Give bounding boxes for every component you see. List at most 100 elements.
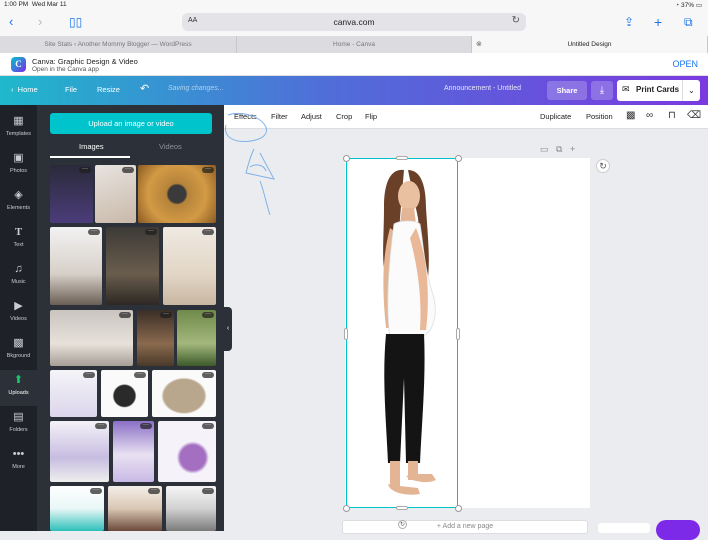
thumbnail-menu-icon[interactable]: ··· [202,166,214,173]
upload-thumbnail[interactable]: ··· [152,370,216,417]
rail-item-videos[interactable]: ▶ Videos [0,296,37,332]
share-sheet-icon[interactable]: ⇪ [624,15,634,29]
help-button[interactable] [656,520,700,540]
bookmarks-icon[interactable]: ▯▯ [69,15,82,29]
collapse-panel-handle[interactable]: ‹ [224,307,232,351]
resize-handle-tr[interactable] [455,155,462,162]
download-icon[interactable]: ⤓ [591,81,613,100]
thumbnail-menu-icon[interactable]: ··· [160,311,172,318]
position-button[interactable]: Position [586,112,613,121]
duplicate-page-icon[interactable]: ⧉ [556,144,562,154]
thumbnail-menu-icon[interactable]: ··· [202,228,214,235]
file-menu-button[interactable]: File [65,85,77,94]
new-tab-icon[interactable]: + [654,15,662,29]
tab-images[interactable]: Images [79,142,104,151]
transparency-icon[interactable]: ▩ [626,110,635,121]
upload-thumbnail[interactable]: ··· [50,165,93,223]
upload-thumbnail[interactable]: ··· [95,165,136,223]
forward-icon[interactable]: › [38,15,42,28]
move-rotate-icon[interactable]: ↻ [398,520,407,529]
close-tab-icon[interactable]: ⊗ [476,36,482,53]
open-app-link[interactable]: OPEN [672,59,698,69]
resize-button[interactable]: Resize [97,85,120,94]
upload-media-button[interactable]: Upload an image or video [50,113,212,134]
browser-tab[interactable]: Site Stats ‹ Another Mommy Blogger — Wor… [0,36,237,53]
rail-item-music[interactable]: ♫ Music [0,259,37,295]
resize-handle-bl[interactable] [343,505,350,512]
rail-item-more[interactable]: ••• More [0,444,37,480]
thumbnail-menu-icon[interactable]: ··· [88,228,100,235]
thumbnail-menu-icon[interactable]: ··· [79,166,91,173]
trash-icon[interactable]: ⌫ [687,110,701,121]
thumbnail-menu-icon[interactable]: ··· [202,371,214,378]
add-page-icon[interactable]: + [570,144,575,154]
uploads-panel: Upload an image or video Images Videos ·… [37,105,224,531]
upload-thumbnail[interactable]: ··· [138,165,216,223]
chevron-down-icon[interactable]: ⌄ [682,80,700,101]
upload-thumbnail[interactable]: ··· [113,421,154,482]
upload-thumbnail[interactable]: ··· [106,227,159,305]
resize-handle-tl[interactable] [343,155,350,162]
reload-icon[interactable]: ↻ [512,15,520,26]
document-title[interactable]: Announcement - Untitled [444,85,521,92]
thumbnail-menu-icon[interactable]: ··· [140,422,152,429]
thumbnail-menu-icon[interactable]: ··· [148,487,160,494]
zoom-control[interactable] [598,523,650,533]
upload-thumbnail[interactable]: ··· [50,370,97,417]
upload-thumbnail[interactable]: ··· [108,486,162,531]
share-button[interactable]: Share [547,81,587,100]
undo-icon[interactable]: ↶ [140,82,149,95]
rail-item-templates[interactable]: ▦ Templates [0,111,37,147]
rail-item-background[interactable]: ▩ Bkground [0,333,37,369]
home-button[interactable]: ‹ Home [11,85,38,94]
browser-tab-active[interactable]: ⊗ Untitled Design [472,36,708,53]
upload-thumbnail[interactable]: ··· [101,370,148,417]
thumbnail-menu-icon[interactable]: ··· [134,371,146,378]
upload-thumbnail[interactable]: ··· [163,227,216,305]
thumbnail-menu-icon[interactable]: ··· [83,371,95,378]
link-icon[interactable]: ∞ [646,110,653,121]
tab-videos[interactable]: Videos [159,142,182,151]
thumbnail-menu-icon[interactable]: ··· [90,487,102,494]
thumbnail-menu-icon[interactable]: ··· [122,166,134,173]
active-tab-indicator [50,156,130,158]
upload-thumbnail[interactable]: ··· [50,421,109,482]
thumbnail-menu-icon[interactable]: ··· [119,311,131,318]
add-new-page-button[interactable]: + Add a new page [342,520,588,534]
adjust-button[interactable]: Adjust [301,112,322,121]
print-cards-button[interactable]: ✉ Print Cards ⌄ [617,80,700,101]
upload-thumbnail[interactable]: ··· [166,486,216,531]
browser-tab[interactable]: Home - Canva [237,36,472,53]
page-notes-icon[interactable]: ▭ [540,144,549,154]
resize-handle-top[interactable] [396,156,408,160]
thumbnail-menu-icon[interactable]: ··· [95,422,107,429]
upload-thumbnail[interactable]: ··· [177,310,216,366]
duplicate-button[interactable]: Duplicate [540,112,571,121]
ios-status-bar: 1:00 PM Wed Mar 11 ◔ 37% ▭ [0,0,708,10]
rail-item-photos[interactable]: ▣ Photos [0,148,37,184]
rail-item-text[interactable]: T Text [0,222,37,258]
resize-handle-bottom[interactable] [396,506,408,510]
resize-handle-left[interactable] [344,328,348,340]
thumbnail-menu-icon[interactable]: ··· [202,311,214,318]
resize-handle-br[interactable] [455,505,462,512]
thumbnail-menu-icon[interactable]: ··· [202,487,214,494]
upload-thumbnail[interactable]: ··· [137,310,174,366]
url-field[interactable]: AA canva.com ↻ [182,13,526,31]
upload-thumbnail[interactable]: ··· [50,310,133,366]
flip-button[interactable]: Flip [365,112,377,121]
resize-handle-right[interactable] [456,328,460,340]
rotate-icon[interactable]: ↻ [596,159,610,173]
upload-thumbnail[interactable]: ··· [50,486,104,531]
tabs-overview-icon[interactable]: ⧉ [684,15,693,29]
thumbnail-menu-icon[interactable]: ··· [145,228,157,235]
thumbnail-menu-icon[interactable]: ··· [202,422,214,429]
upload-thumbnail[interactable]: ··· [158,421,216,482]
rail-item-elements[interactable]: ◈ Elements [0,185,37,221]
rail-item-folders[interactable]: ▤ Folders [0,407,37,443]
upload-thumbnail[interactable]: ··· [50,227,102,305]
rail-item-uploads[interactable]: ⬆ Uploads [0,370,37,406]
crop-button[interactable]: Crop [336,112,352,121]
back-icon[interactable]: ‹ [9,15,13,28]
lock-icon[interactable]: ⊓ [668,110,676,121]
